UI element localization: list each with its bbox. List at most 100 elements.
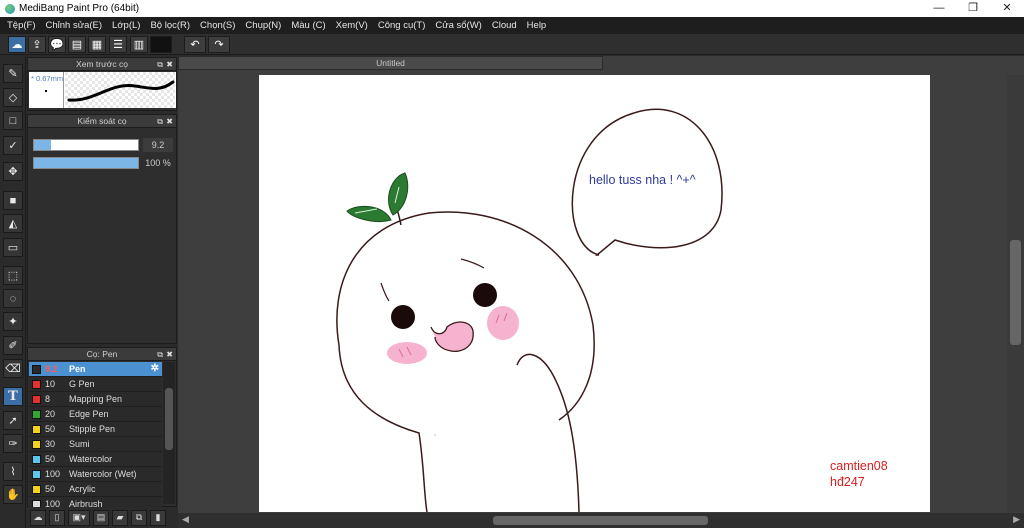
dot-tool-icon[interactable]: ✓ <box>3 136 23 155</box>
brush-name: Stipple Pen <box>69 424 116 434</box>
brush-color-swatch <box>32 394 41 404</box>
restore-button[interactable]: ❐ <box>956 0 990 17</box>
divide-tool-icon[interactable]: ✑ <box>3 434 23 453</box>
magic-wand-tool-icon[interactable]: ✦ <box>3 312 23 331</box>
menu-edit[interactable]: Chỉnh sửa(E) <box>46 20 103 31</box>
menu-view[interactable]: Xem(V) <box>336 20 368 31</box>
menu-tools[interactable]: Công cụ(T) <box>378 20 426 31</box>
brush-size: 9.2 <box>45 364 58 374</box>
select-pen-tool-icon[interactable]: ✐ <box>3 336 23 355</box>
vertical-scrollbar[interactable] <box>1007 75 1024 512</box>
brush-list-item[interactable]: 9.2 Pen ✲ <box>29 362 162 377</box>
menu-layer[interactable]: Lớp(L) <box>112 20 140 31</box>
list-icon[interactable]: ☰ <box>109 36 127 53</box>
operation-tool-icon[interactable]: ➚ <box>3 411 23 430</box>
shape-tool-icon[interactable]: □ <box>3 111 23 130</box>
brush-size: 50 <box>45 424 56 434</box>
gradient-tool-icon[interactable]: ▭ <box>3 238 23 257</box>
brush-list-item[interactable]: 8 Mapping Pen <box>29 392 162 407</box>
menu-filter[interactable]: Bộ lọc(R) <box>150 20 190 31</box>
move-tool-icon[interactable]: ✥ <box>3 162 23 181</box>
brush-opacity-slider[interactable]: 100 % <box>33 157 173 169</box>
menu-help[interactable]: Help <box>527 20 547 31</box>
brush-color-swatch <box>32 424 41 434</box>
eyebrow-left <box>380 282 390 302</box>
menu-file[interactable]: Tệp(F) <box>7 20 36 31</box>
brush-list-item[interactable]: 10 G Pen <box>29 377 162 392</box>
horizontal-scrollbar[interactable]: ◀ ▶ <box>178 513 1024 528</box>
close-panel-icon[interactable]: ✖ <box>166 58 173 71</box>
menu-cloud[interactable]: Cloud <box>492 20 517 31</box>
window-title: MediBang Paint Pro (64bit) <box>19 3 140 14</box>
character-head <box>336 211 595 421</box>
artist-signature: camtien08 hđ247 <box>830 458 888 490</box>
menu-window[interactable]: Cửa sổ(W) <box>435 20 481 31</box>
window-controls: — ❐ ✕ <box>922 0 1024 17</box>
sprout-leaf-left <box>346 205 392 223</box>
brush-list-item[interactable]: 20 Edge Pen <box>29 407 162 422</box>
undo-button[interactable]: ↶ <box>184 36 206 53</box>
scroll-left-icon[interactable]: ◀ <box>182 514 189 525</box>
redo-button[interactable]: ↷ <box>208 36 230 53</box>
brush-list-scrollbar[interactable] <box>163 362 175 504</box>
speech-bubble-text: hello tuss nha ! ^+^ <box>589 173 696 187</box>
menu-color[interactable]: Màu (C) <box>291 20 325 31</box>
brush-name: Acrylic <box>69 484 96 494</box>
close-panel-icon[interactable]: ✖ <box>166 348 173 361</box>
brush-list-item[interactable]: 30 Sumi <box>29 437 162 452</box>
folder-icon[interactable]: ▰ <box>112 509 128 526</box>
select-tool-icon[interactable]: ⬚ <box>3 266 23 285</box>
layout-icon[interactable]: ▥ <box>130 36 148 53</box>
eyedropper-tool-icon[interactable]: ⌇ <box>3 462 23 481</box>
fill-rect-tool-icon[interactable]: ■ <box>3 191 23 210</box>
brush-name: Watercolor (Wet) <box>69 469 137 479</box>
brush-tool-icon[interactable]: ✎ <box>3 64 23 83</box>
document-tab[interactable]: Untitled <box>178 56 603 70</box>
brush-settings-icon[interactable]: ▤ <box>93 509 109 526</box>
signature-line-2: hđ247 <box>830 475 865 489</box>
document-icon[interactable]: ▦ <box>88 36 106 53</box>
brush-size-value[interactable]: 9.2 <box>143 138 173 152</box>
duplicate-icon[interactable]: ⧉ <box>131 509 147 526</box>
popout-icon[interactable]: ⧉ <box>157 348 163 361</box>
menu-snap[interactable]: Chụp(N) <box>245 20 281 31</box>
popout-icon[interactable]: ⧉ <box>157 58 163 71</box>
brush-color-swatch <box>32 484 41 494</box>
drawing-canvas[interactable]: hello tuss nha ! ^+^ camtien08 hđ247 <box>259 75 930 512</box>
share-icon[interactable]: ⇪ <box>28 36 46 53</box>
comment-icon[interactable]: 💬 <box>48 36 66 53</box>
hand-tool-icon[interactable]: ✋ <box>3 485 23 504</box>
brush-list-item[interactable]: 50 Stipple Pen <box>29 422 162 437</box>
brush-list-item[interactable]: 50 Acrylic <box>29 482 162 497</box>
message-icon[interactable]: ▤ <box>68 36 86 53</box>
cloud-brush-icon[interactable]: ☁ <box>30 509 46 526</box>
minimize-button[interactable]: — <box>922 0 956 17</box>
gear-icon[interactable]: ✲ <box>151 363 159 374</box>
eraser-tool-icon[interactable]: ◇ <box>3 88 23 107</box>
menu-select[interactable]: Chọn(S) <box>200 20 235 31</box>
brush-size: 100 <box>45 469 61 479</box>
brush-list-item[interactable]: 100 Watercolor (Wet) <box>29 467 162 482</box>
popout-icon[interactable]: ⧉ <box>157 115 163 128</box>
delete-brush-icon[interactable]: ▮ <box>150 509 166 526</box>
bucket-tool-icon[interactable]: ◭ <box>3 214 23 233</box>
add-brush-icon[interactable]: ▣▾ <box>68 509 90 526</box>
close-panel-icon[interactable]: ✖ <box>166 115 173 128</box>
brush-stroke-preview <box>65 72 175 108</box>
text-tool-icon[interactable]: T <box>3 387 23 406</box>
brush-size-slider[interactable]: 9.2 <box>33 138 173 152</box>
color-swatch[interactable] <box>150 36 172 53</box>
cloud-icon[interactable]: ☁ <box>8 36 26 53</box>
brush-list-item[interactable]: 50 Watercolor <box>29 452 162 467</box>
brush-name: Sumi <box>69 439 90 449</box>
scroll-right-icon[interactable]: ▶ <box>1013 514 1020 525</box>
brush-name: G Pen <box>69 379 95 389</box>
brush-name: Mapping Pen <box>69 394 123 404</box>
eyebrow-right <box>460 258 485 269</box>
brush-preview-size: * 0.67mm <box>31 74 64 83</box>
select-eraser-tool-icon[interactable]: ⌫ <box>3 359 23 378</box>
lasso-tool-icon[interactable]: ◌ <box>3 289 23 308</box>
close-button[interactable]: ✕ <box>990 0 1024 17</box>
tool-column: ✎ ◇ □ ✓ ✥ ■ ◭ ▭ ⬚ ◌ ✦ ✐ ⌫ T ➚ ✑ ⌇ ✋ <box>0 56 26 528</box>
new-brush-icon[interactable]: ▯ <box>49 509 65 526</box>
